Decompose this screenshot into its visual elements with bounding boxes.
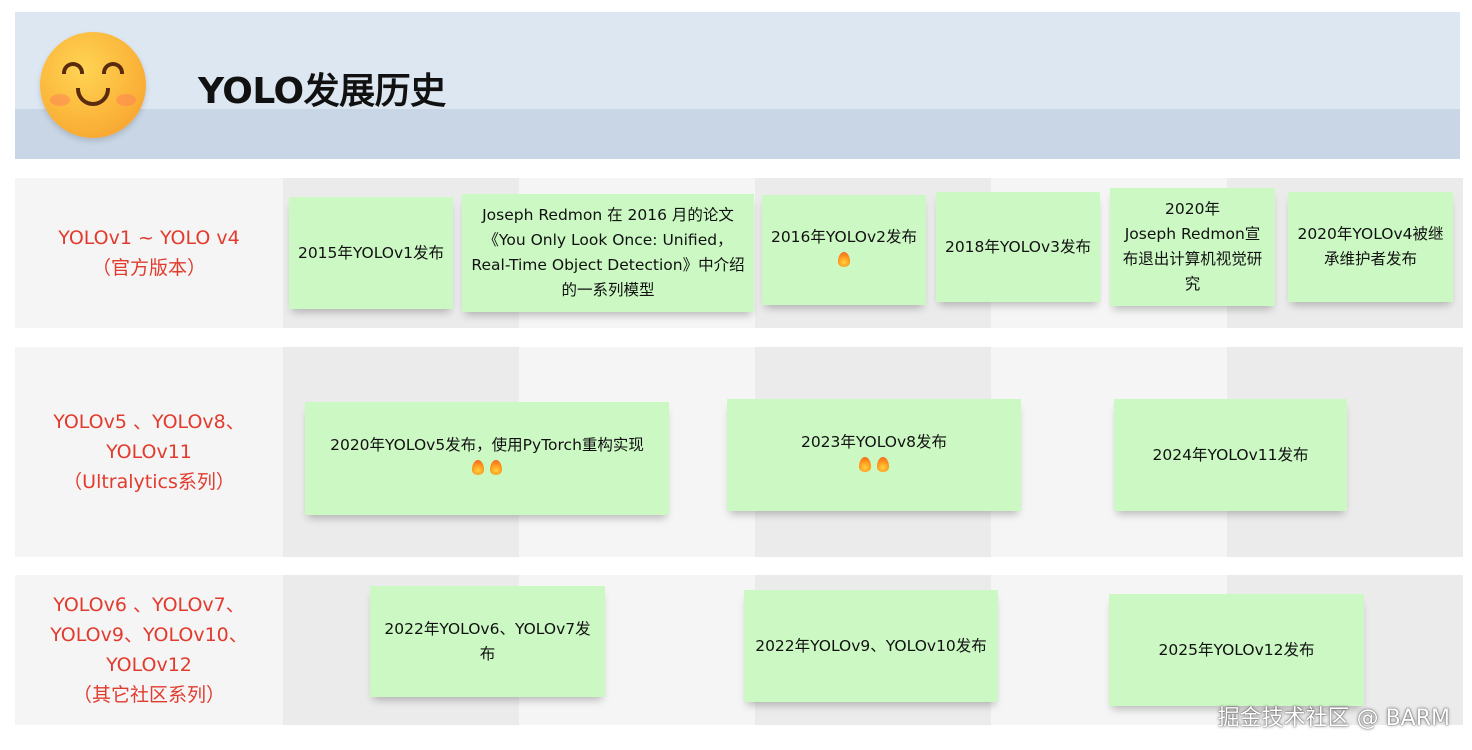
note-line: 2025年YOLOv12发布 (1158, 640, 1315, 659)
note-line: 布退出计算机视觉研 (1122, 250, 1263, 268)
fire-icon (836, 250, 852, 268)
fire-icon (488, 458, 504, 476)
note-line: 2015年YOLOv1发布 (297, 243, 445, 262)
fire-icon (470, 458, 486, 476)
emoji-right-eye (102, 62, 124, 74)
emoji-left-cheek (50, 94, 70, 106)
note-line: 2023年YOLOv8发布 (800, 432, 948, 451)
sticky-note-yolov3: 2018年YOLOv3发布 (936, 192, 1100, 302)
row-label-line: YOLOv1 ~ YOLO v4 (58, 227, 240, 249)
row-label-official: YOLOv1 ~ YOLO v4 （官方版本） (15, 178, 283, 328)
sticky-note-yolov12: 2025年YOLOv12发布 (1109, 594, 1364, 706)
note-line: 2018年YOLOv3发布 (944, 237, 1092, 256)
row-label-community: YOLOv6 、YOLOv7、 YOLOv9、YOLOv10、 YOLOv12 … (15, 575, 283, 725)
sticky-note-yolov2: 2016年YOLOv2发布 (762, 195, 926, 305)
row-label-line: （Ultralytics系列） (63, 471, 235, 493)
fire-icon (857, 455, 873, 473)
note-line: 《You Only Look Once: Unified， (483, 231, 733, 249)
sticky-note-redmon-paper: Joseph Redmon 在 2016 月的论文 《You Only Look… (462, 194, 754, 312)
sticky-note-yolov11: 2024年YOLOv11发布 (1114, 399, 1347, 511)
row-label-line: YOLOv12 (106, 654, 192, 676)
note-line: 承维护者发布 (1323, 250, 1417, 268)
note-line: Joseph Redmon宣 (1124, 225, 1261, 243)
row-label-line: YOLOv11 (106, 441, 192, 463)
sticky-note-yolov1: 2015年YOLOv1发布 (289, 197, 453, 309)
row-label-ultralytics: YOLOv5 、YOLOv8、 YOLOv11 （Ultralytics系列） (15, 347, 283, 557)
sticky-note-yolov4: 2020年YOLOv4被继 承维护者发布 (1288, 192, 1453, 302)
row-label-line: （其它社区系列） (72, 684, 225, 706)
note-line: 2022年YOLOv9、YOLOv10发布 (755, 636, 987, 655)
note-line: Real-Time Object Detection》中介绍 (471, 256, 745, 274)
note-line: 2020年 (1165, 200, 1220, 218)
emoji-left-eye (62, 62, 84, 74)
sticky-note-yolov6-v7: 2022年YOLOv6、YOLOv7发布 (370, 586, 605, 697)
note-line: 2016年YOLOv2发布 (770, 227, 918, 246)
sticky-note-redmon-retire: 2020年 Joseph Redmon宣 布退出计算机视觉研 究 (1110, 188, 1275, 306)
sticky-note-yolov5: 2020年YOLOv5发布，使用PyTorch重构实现 (305, 402, 669, 515)
note-line: 2024年YOLOv11发布 (1152, 445, 1309, 464)
note-line: 2020年YOLOv4被继 (1297, 225, 1444, 243)
fire-icons (469, 458, 505, 484)
sticky-note-yolov8: 2023年YOLOv8发布 (727, 399, 1021, 511)
note-line: 的一系列模型 (561, 281, 655, 299)
row-label-line: YOLOv9、YOLOv10、 (50, 624, 248, 646)
watermark: 掘金技术社区 @ BARM (1217, 706, 1450, 731)
row-label-line: （官方版本） (91, 257, 206, 279)
smiling-face-icon (40, 32, 146, 138)
page-title: YOLO发展历史 (198, 71, 446, 112)
row-label-line: YOLOv5 、YOLOv8、 (53, 411, 245, 433)
sticky-note-yolov9-v10: 2022年YOLOv9、YOLOv10发布 (744, 590, 998, 702)
note-line: Joseph Redmon 在 2016 月的论文 (482, 206, 734, 224)
emoji-mouth (76, 88, 110, 106)
fire-icons (835, 250, 853, 276)
note-line: 2022年YOLOv6、YOLOv7发布 (384, 619, 591, 663)
fire-icon (875, 455, 891, 473)
note-line: 究 (1184, 275, 1201, 293)
emoji-right-cheek (116, 94, 136, 106)
fire-icons (856, 455, 892, 481)
row-label-line: YOLOv6 、YOLOv7、 (53, 594, 245, 616)
note-line: 2020年YOLOv5发布，使用PyTorch重构实现 (330, 436, 644, 454)
